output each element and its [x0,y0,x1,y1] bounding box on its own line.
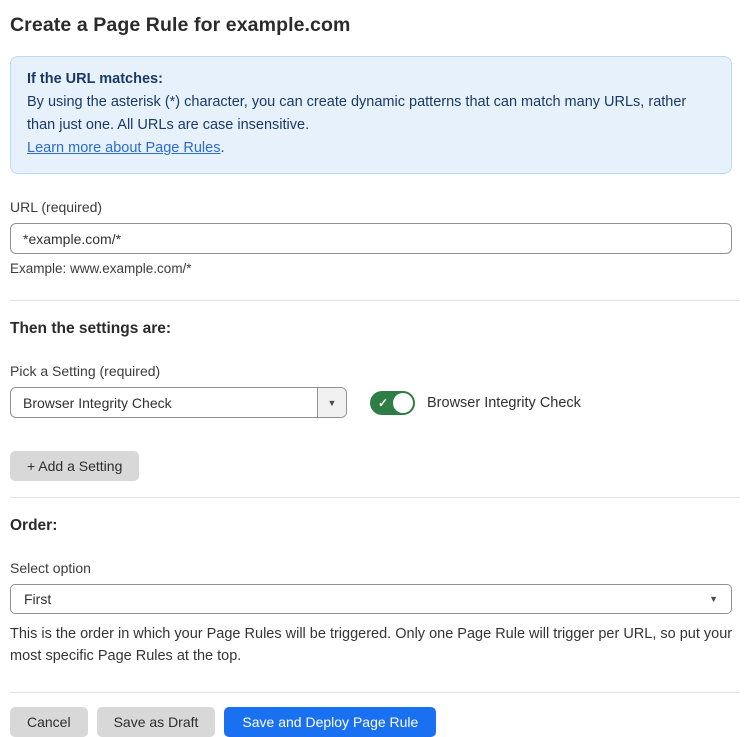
setting-row: Browser Integrity Check ▼ ✓ Browser Inte… [10,387,740,418]
section-divider [10,497,740,498]
order-section-heading: Order: [10,517,740,535]
order-select-value: First [24,591,51,607]
toggle-knob [393,393,413,413]
setting-combobox-value: Browser Integrity Check [11,395,317,411]
settings-section-heading: Then the settings are: [10,320,740,338]
add-setting-button[interactable]: + Add a Setting [10,451,139,481]
cancel-button[interactable]: Cancel [10,707,88,737]
check-icon: ✓ [378,397,388,409]
order-select[interactable]: First ▼ [10,584,732,614]
info-box-body: By using the asterisk (*) character, you… [27,91,715,137]
order-help-text: This is the order in which your Page Rul… [10,624,736,667]
url-match-info-box: If the URL matches: By using the asteris… [10,56,732,174]
chevron-down-icon: ▼ [328,398,337,408]
url-input[interactable] [10,223,732,254]
info-box-link-line: Learn more about Page Rules. [27,137,715,160]
pick-setting-label: Pick a Setting (required) [10,363,740,379]
url-field-label: URL (required) [10,199,740,215]
chevron-down-icon: ▼ [709,594,718,604]
save-as-draft-button[interactable]: Save as Draft [97,707,216,737]
browser-integrity-toggle[interactable]: ✓ [370,391,415,415]
section-divider [10,300,740,301]
select-option-label: Select option [10,560,740,576]
page-title: Create a Page Rule for example.com [10,14,740,37]
footer-divider [10,692,740,693]
url-field-hint: Example: www.example.com/* [10,261,740,276]
create-page-rule-form: Create a Page Rule for example.com If th… [0,0,750,737]
learn-more-link[interactable]: Learn more about Page Rules [27,140,220,156]
link-suffix: . [220,140,224,156]
footer-actions: Cancel Save as Draft Save and Deploy Pag… [10,707,740,737]
setting-combobox-arrow-button[interactable]: ▼ [317,388,346,417]
info-box-heading: If the URL matches: [27,68,715,91]
setting-combobox[interactable]: Browser Integrity Check ▼ [10,387,347,418]
toggle-label: Browser Integrity Check [427,395,581,411]
save-and-deploy-button[interactable]: Save and Deploy Page Rule [224,707,436,737]
